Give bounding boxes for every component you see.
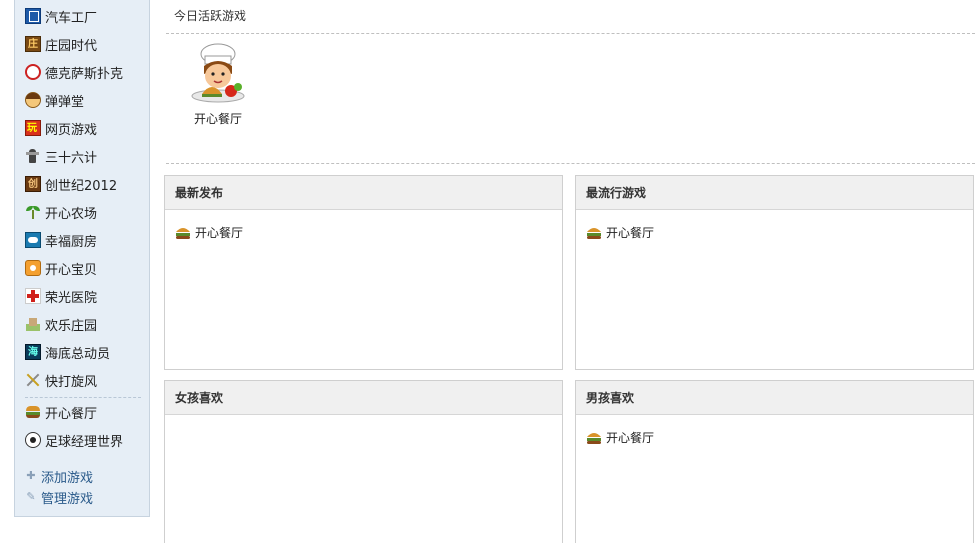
section-title-today: 今日活跃游戏: [174, 9, 247, 23]
wrench-icon: ✎: [26, 490, 36, 503]
sidebar-item-baby[interactable]: 开心宝贝: [25, 257, 97, 279]
sidebar-item-fight[interactable]: 快打旋风: [25, 369, 97, 391]
burger-icon: [586, 225, 602, 241]
chef-burger-icon: [188, 42, 248, 104]
sidebar-divider: [25, 397, 141, 398]
sidebar-item-kitchen[interactable]: 幸福厨房: [25, 229, 97, 251]
sidebar-item-label: 海底总动员: [45, 346, 111, 362]
sidebar-item-label: 汽车工厂: [45, 10, 98, 26]
panel-newest: 最新发布 开心餐厅: [164, 175, 563, 370]
poker-icon: [25, 64, 41, 80]
genesis-icon: 创: [25, 176, 41, 192]
sea-icon: 海: [25, 344, 41, 360]
sidebar-item-label: 弹弹堂: [45, 94, 85, 110]
sidebar-item-webgame[interactable]: 玩 网页游戏: [25, 117, 97, 139]
sidebar-item-manor[interactable]: 庄 庄园时代: [25, 33, 97, 55]
fight-icon: [25, 372, 41, 388]
sidebar-item-garden[interactable]: 欢乐庄园: [25, 313, 97, 335]
baby-icon: [25, 260, 41, 276]
featured-game-happy-restaurant[interactable]: 开心餐厅: [186, 42, 250, 127]
add-game-link[interactable]: ✚ 添加游戏: [25, 467, 94, 486]
sidebar-item-label: 网页游戏: [45, 122, 98, 138]
list-item[interactable]: 开心餐厅: [175, 224, 243, 241]
farm-icon: [25, 204, 41, 220]
sidebar-item-ddt[interactable]: 弹弹堂: [25, 89, 84, 111]
sidebar: 汽车工厂 庄 庄园时代 德克萨斯扑克 弹弹堂 玩 网页游戏 三十六计 创 创世纪: [14, 0, 150, 517]
sidebar-item-label: 欢乐庄园: [45, 318, 98, 334]
sidebar-item-strategy[interactable]: 三十六计: [25, 145, 97, 167]
ddt-icon: [25, 92, 41, 108]
sidebar-item-label: 荣光医院: [45, 290, 98, 306]
sidebar-item-label: 三十六计: [45, 150, 98, 166]
sidebar-item-label: 庄园时代: [45, 38, 98, 54]
main-content: 今日活跃游戏 开心餐厅 最新发布 开心餐厅 最流行游戏 开心餐厅 女孩喜欢 男孩…: [164, 0, 975, 543]
panel-title: 男孩喜欢: [576, 381, 973, 415]
panel-popular: 最流行游戏 开心餐厅: [575, 175, 974, 370]
burger-icon: [25, 404, 41, 420]
sidebar-item-label: 创世纪2012: [45, 178, 118, 194]
panel-title: 最新发布: [165, 176, 562, 210]
burger-icon: [586, 430, 602, 446]
sidebar-item-label: 快打旋风: [45, 374, 98, 390]
sidebar-item-poker[interactable]: 德克萨斯扑克: [25, 61, 123, 83]
kitchen-icon: [25, 232, 41, 248]
garden-icon: [25, 316, 41, 332]
sidebar-item-label: 开心农场: [45, 206, 98, 222]
divider: [166, 33, 975, 34]
featured-game-label: 开心餐厅: [193, 112, 242, 126]
sidebar-item-hospital[interactable]: 荣光医院: [25, 285, 97, 307]
webgame-icon: 玩: [25, 120, 41, 136]
list-item[interactable]: 开心餐厅: [586, 224, 654, 241]
manage-game-link[interactable]: ✎ 管理游戏: [25, 488, 94, 507]
sidebar-item-sea[interactable]: 海 海底总动员: [25, 341, 110, 363]
add-game-label: 添加游戏: [41, 470, 94, 486]
sidebar-item-label: 德克萨斯扑克: [45, 66, 124, 82]
manage-game-label: 管理游戏: [41, 491, 94, 507]
plus-icon: ✚: [26, 469, 36, 482]
car-factory-icon: [25, 8, 41, 24]
manor-icon: 庄: [25, 36, 41, 52]
sidebar-item-label: 开心餐厅: [45, 406, 98, 422]
list-item[interactable]: 开心餐厅: [586, 429, 654, 446]
strategy-icon: [25, 148, 41, 164]
panel-girls: 女孩喜欢: [164, 380, 563, 543]
panel-title: 最流行游戏: [576, 176, 973, 210]
game-name: 开心餐厅: [606, 226, 655, 240]
game-name: 开心餐厅: [195, 226, 244, 240]
sidebar-item-soccer-manager[interactable]: 足球经理世界: [25, 429, 123, 451]
panel-boys: 男孩喜欢 开心餐厅: [575, 380, 974, 543]
sidebar-item-label: 开心宝贝: [45, 262, 98, 278]
sidebar-item-label: 幸福厨房: [45, 234, 98, 250]
hospital-icon: [25, 288, 41, 304]
sidebar-item-happy-restaurant[interactable]: 开心餐厅: [25, 401, 97, 423]
divider: [166, 163, 975, 164]
sidebar-item-farm[interactable]: 开心农场: [25, 201, 97, 223]
soccer-icon: [25, 432, 41, 448]
burger-icon: [175, 225, 191, 241]
sidebar-item-genesis[interactable]: 创 创世纪2012: [25, 173, 117, 195]
game-name: 开心餐厅: [606, 431, 655, 445]
sidebar-item-label: 足球经理世界: [45, 434, 124, 450]
sidebar-item-car-factory[interactable]: 汽车工厂: [25, 5, 97, 27]
panel-title: 女孩喜欢: [165, 381, 562, 415]
